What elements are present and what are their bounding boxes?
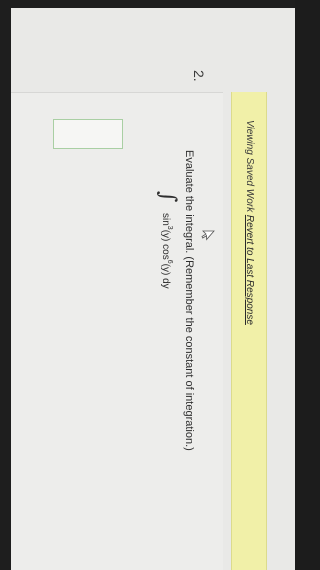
screen-stage: 2. Viewing Saved Work Revert to Last Res… [0,0,295,570]
sin-argument: (y) [160,229,171,245]
question-prompt: Evaluate the integral. (Remember the con… [183,150,195,451]
question-panel: Evaluate the integral. (Remember the con… [11,92,223,570]
saved-work-banner: Viewing Saved Work Revert to Last Respon… [231,92,267,570]
answer-input[interactable] [53,119,123,149]
revert-link[interactable]: Revert to Last Response [244,215,255,325]
integrand: sin3(y) cos6(y) dy [160,213,173,289]
sin-label: sin [160,213,171,226]
cos-label: cos [160,244,171,260]
banner-text: Viewing Saved Work Revert to Last Respon… [244,120,255,325]
question-number: 2. [191,70,207,82]
assignment-page: 2. Viewing Saved Work Revert to Last Res… [11,8,295,570]
integral-sign: ∫ [155,191,180,203]
mouse-pointer-icon [201,230,215,241]
banner-prefix: Viewing Saved Work [244,120,255,215]
cos-argument: (y) dy [160,263,171,289]
